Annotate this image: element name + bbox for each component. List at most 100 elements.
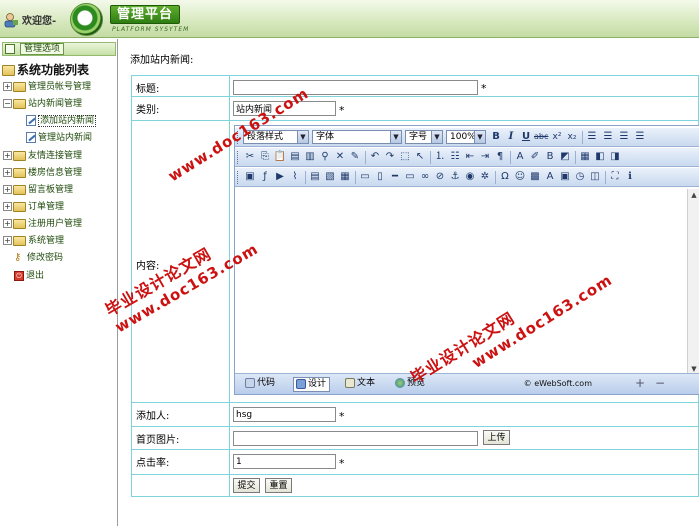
fullscreen-icon[interactable]: ⛶	[608, 170, 622, 184]
anchor-icon[interactable]: ⚓	[448, 170, 462, 184]
layer-icon[interactable]: ◨	[608, 150, 622, 164]
remove-style-icon[interactable]: ◩	[558, 150, 572, 164]
grid-icon[interactable]: ▦	[338, 170, 352, 184]
align-center-icon[interactable]: ☰	[601, 130, 615, 144]
expand-icon[interactable]: +	[3, 236, 12, 245]
tree-root[interactable]: 系统功能列表	[2, 61, 89, 78]
expand-icon[interactable]: +	[3, 185, 12, 194]
flash-icon[interactable]: ƒ	[258, 170, 272, 184]
clicks-input[interactable]	[233, 454, 336, 469]
art-text-icon[interactable]: A	[543, 170, 557, 184]
mode-code-tab[interactable]: 代码	[243, 377, 278, 392]
delete-icon[interactable]: ✕	[333, 150, 347, 164]
expand-icon[interactable]: +	[3, 168, 12, 177]
highlight-icon[interactable]: ✐	[528, 150, 542, 164]
font-select[interactable]: 字体 ▼	[312, 130, 402, 144]
link-icon[interactable]: ∞	[418, 170, 432, 184]
expand-icon[interactable]: +	[3, 202, 12, 211]
sidebar-item-change-password[interactable]: ⚷ 修改密码	[14, 251, 63, 267]
clear-format-icon[interactable]: ✎	[348, 150, 362, 164]
map-icon[interactable]: ◉	[463, 170, 477, 184]
align-left-icon[interactable]: ☰	[585, 130, 599, 144]
editor-shrink-icon[interactable]: −	[655, 377, 665, 389]
sidebar-item-manage-news[interactable]: 管理站内新闻	[26, 131, 92, 147]
media-icon[interactable]: ▶	[273, 170, 287, 184]
title-input[interactable]	[233, 80, 478, 95]
strikethrough-icon[interactable]: abc	[534, 130, 548, 144]
excel-icon[interactable]: ▩	[528, 170, 542, 184]
insert-table-icon[interactable]: ▤	[308, 170, 322, 184]
sidebar-item-logout[interactable]: ⏻ 退出	[14, 269, 44, 285]
sidebar-item-admin-accounts[interactable]: + 管理员帐号管理	[3, 80, 91, 96]
paste-icon[interactable]: 📋	[273, 150, 287, 164]
about-icon[interactable]: ℹ	[623, 170, 637, 184]
mode-design-tab[interactable]: 设计	[293, 377, 331, 392]
marquee-icon[interactable]: ▭	[358, 170, 372, 184]
sidebar-panel-label[interactable]: 管理选项	[20, 43, 65, 55]
author-input[interactable]	[233, 407, 336, 422]
undo-icon[interactable]: ↶	[368, 150, 382, 164]
preview-icon[interactable]: ◫	[588, 170, 602, 184]
zoom-select[interactable]: 100% ▼	[446, 130, 486, 144]
bold-icon[interactable]: B	[489, 130, 503, 144]
editor-scrollbar[interactable]: ▲ ▼	[687, 189, 699, 375]
upload-button[interactable]: 上传	[483, 430, 510, 445]
form-icon[interactable]: ▯	[373, 170, 387, 184]
sidebar-item-system[interactable]: + 系统管理	[3, 234, 64, 250]
emoticon-icon[interactable]: ☺	[513, 170, 527, 184]
date-icon[interactable]: ▣	[558, 170, 572, 184]
expand-icon[interactable]: +	[3, 219, 12, 228]
image-icon[interactable]: ▣	[243, 170, 257, 184]
align-justify-icon[interactable]: ☰	[633, 130, 647, 144]
input-icon[interactable]: ▭	[403, 170, 417, 184]
superscript-icon[interactable]: x²	[550, 130, 564, 144]
toolbar-grip[interactable]	[237, 151, 239, 164]
submit-button[interactable]: 提交	[233, 478, 260, 493]
collapse-icon[interactable]: −	[3, 99, 12, 108]
attachment-icon[interactable]: ⌇	[288, 170, 302, 184]
time-icon[interactable]: ◷	[573, 170, 587, 184]
sidebar-item-users[interactable]: + 注册用户管理	[3, 217, 82, 233]
numbered-list-icon[interactable]: ⒈	[433, 150, 447, 164]
font-color-icon[interactable]: A	[513, 150, 527, 164]
indent-icon[interactable]: ⇥	[478, 150, 492, 164]
select-all-icon[interactable]: ⬚	[398, 150, 412, 164]
bullet-list-icon[interactable]: ☷	[448, 150, 462, 164]
special-icon[interactable]: ✲	[478, 170, 492, 184]
image-path-input[interactable]	[233, 431, 478, 446]
sidebar-item-add-news[interactable]: 添加站内新闻	[26, 114, 97, 130]
paste-word-icon[interactable]: ▥	[303, 150, 317, 164]
paragraph-icon[interactable]: ¶	[493, 150, 507, 164]
sidebar-item-buildings[interactable]: + 楼房信息管理	[3, 166, 82, 182]
mode-text-tab[interactable]: 文本	[343, 377, 378, 392]
expand-icon[interactable]: +	[3, 82, 12, 91]
table-props-icon[interactable]: ▧	[323, 170, 337, 184]
find-icon[interactable]: ⚲	[318, 150, 332, 164]
copy-icon[interactable]: ⎘	[258, 150, 272, 164]
reset-button[interactable]: 重置	[265, 478, 292, 493]
table-icon[interactable]: ▦	[578, 150, 592, 164]
underline-icon[interactable]: U	[519, 130, 533, 144]
sidebar-item-guestbook[interactable]: + 留言板管理	[3, 183, 73, 199]
frame-icon[interactable]: ◧	[593, 150, 607, 164]
font-size-select[interactable]: 字号 ▼	[405, 130, 443, 144]
italic-icon[interactable]: I	[504, 130, 518, 144]
paste-text-icon[interactable]: ▤	[288, 150, 302, 164]
toolbar-grip[interactable]	[237, 171, 239, 184]
scroll-up-icon[interactable]: ▲	[689, 190, 699, 200]
subscript-icon[interactable]: x₂	[565, 130, 579, 144]
unlink-icon[interactable]: ⊘	[433, 170, 447, 184]
style-icon[interactable]: B	[543, 150, 557, 164]
cancel-select-icon[interactable]: ↖	[413, 150, 427, 164]
sidebar-item-news[interactable]: − 站内新闻管理	[3, 97, 82, 113]
align-right-icon[interactable]: ☰	[617, 130, 631, 144]
redo-icon[interactable]: ↷	[383, 150, 397, 164]
cut-icon[interactable]: ✂	[243, 150, 257, 164]
sidebar-item-orders[interactable]: + 订单管理	[3, 200, 64, 216]
sidebar-item-links[interactable]: + 友情连接管理	[3, 149, 82, 165]
hr-icon[interactable]: ━	[388, 170, 402, 184]
editor-expand-icon[interactable]: +	[635, 377, 645, 389]
outdent-icon[interactable]: ⇤	[463, 150, 477, 164]
omega-icon[interactable]: Ω	[498, 170, 512, 184]
expand-icon[interactable]: +	[3, 151, 12, 160]
